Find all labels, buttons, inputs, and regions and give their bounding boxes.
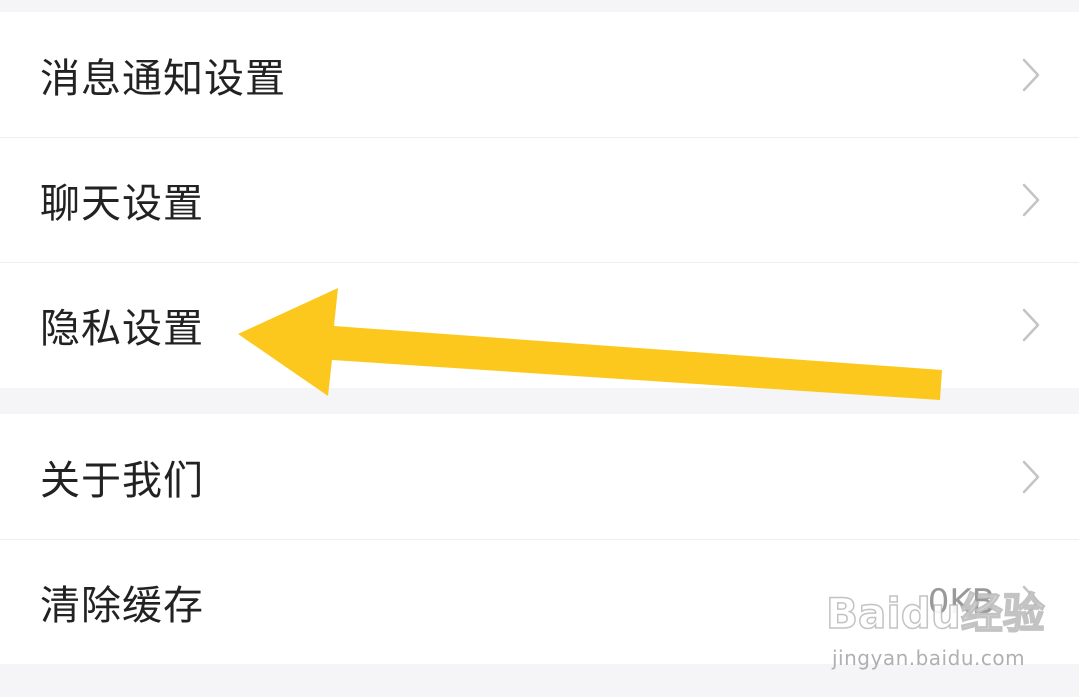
chevron-right-icon xyxy=(1022,585,1040,619)
chevron-right-icon xyxy=(1022,460,1040,493)
settings-screen: 消息通知设置 聊天设置 隐私设置 关于我们 清除缓存 0KB Baidu经验 j… xyxy=(0,0,1079,697)
row-notification-settings[interactable]: 消息通知设置 xyxy=(0,12,1079,137)
row-about-us[interactable]: 关于我们 xyxy=(0,414,1079,539)
settings-group-main: 消息通知设置 聊天设置 隐私设置 xyxy=(0,12,1079,388)
chevron-right-icon xyxy=(1022,58,1040,91)
chevron-right-icon xyxy=(1022,183,1040,217)
settings-group-secondary: 关于我们 清除缓存 0KB xyxy=(0,414,1079,664)
row-label: 聊天设置 xyxy=(40,181,204,227)
row-label: 关于我们 xyxy=(40,457,204,504)
row-label: 隐私设置 xyxy=(40,305,204,352)
row-chat-settings[interactable]: 聊天设置 xyxy=(0,137,1079,262)
row-label: 清除缓存 xyxy=(40,583,204,629)
row-privacy-settings[interactable]: 隐私设置 xyxy=(0,262,1079,386)
chevron-right-icon xyxy=(1022,308,1040,341)
row-label: 消息通知设置 xyxy=(40,55,286,102)
row-clear-cache[interactable]: 清除缓存 0KB xyxy=(0,539,1079,664)
cache-size-value: 0KB xyxy=(927,582,995,622)
